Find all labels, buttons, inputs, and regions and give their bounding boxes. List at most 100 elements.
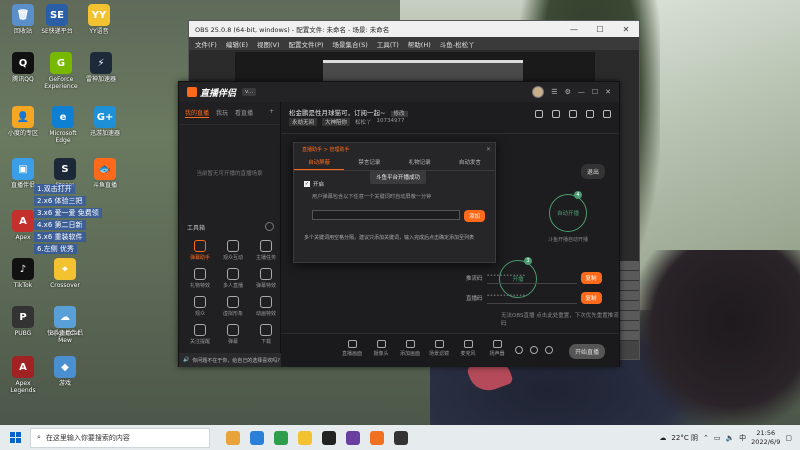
copy-push-code-button[interactable]: 复制: [580, 272, 602, 284]
obs-menu-item[interactable]: 视图(V): [257, 39, 280, 49]
bottom-tool[interactable]: 摄像头: [368, 340, 394, 357]
ime-indicator[interactable]: 中: [739, 433, 746, 443]
obs-title-bar[interactable]: OBS 25.0.8 (64-bit, windows) - 配置文件: 未命名…: [189, 21, 639, 37]
obs-menu-item[interactable]: 配置文件(P): [289, 39, 324, 49]
add-tab-icon[interactable]: +: [269, 108, 274, 118]
notice-bar[interactable]: 🔊 你问题不在于你，给自己的选择喜欢吗?: [179, 353, 281, 367]
desktop-icon[interactable]: ⚡ 雷神加速器: [80, 52, 122, 83]
dialog-tab[interactable]: 自动发言: [445, 156, 495, 170]
desktop-icon[interactable]: ♪ TikTok: [2, 258, 44, 289]
obs-menu-item[interactable]: 工具(T): [377, 39, 399, 49]
live-code-field[interactable]: ••••••••••••: [486, 293, 577, 304]
obs-menu-item[interactable]: 文件(F): [195, 39, 217, 49]
taskbar-app-icon[interactable]: [322, 430, 336, 445]
sidebar-tab[interactable]: 我玩: [216, 108, 228, 118]
avatar[interactable]: [532, 86, 545, 98]
taskbar-app-icon[interactable]: [298, 430, 312, 445]
tool-item[interactable]: 观众互动: [218, 240, 248, 261]
taskbar-app-icon[interactable]: [226, 430, 240, 445]
tool-item[interactable]: 虚拟形象: [218, 296, 248, 317]
auto-start-circle[interactable]: 4 自动开播: [549, 191, 587, 232]
dialog-tab[interactable]: 礼物记录: [395, 156, 445, 170]
tool-item[interactable]: 动画特效: [251, 296, 281, 317]
tool-item[interactable]: 礼物特效: [185, 268, 215, 289]
close-icon[interactable]: ✕: [613, 25, 639, 34]
minimize-icon[interactable]: —: [578, 88, 585, 96]
weather-icon[interactable]: ☁: [659, 434, 666, 442]
desktop-icon[interactable]: 🐟 斗鱼直播: [84, 158, 126, 189]
taskbar-search[interactable]: ⌕ 在这里输入你要搜索的内容: [30, 427, 210, 448]
minimize-icon[interactable]: —: [561, 25, 587, 34]
gift-icon[interactable]: [535, 110, 543, 118]
edit-title-button[interactable]: 修改: [390, 111, 408, 117]
desktop-icon[interactable]: SE SE快递平台: [36, 4, 78, 35]
desktop-icon[interactable]: ☁ Bright Cat Mew: [44, 306, 86, 344]
gear-icon[interactable]: [545, 346, 553, 354]
share-icon[interactable]: [603, 110, 611, 118]
obs-menu-item[interactable]: 编辑(E): [226, 39, 248, 49]
obs-menu-item[interactable]: 场景集合(S): [333, 39, 368, 49]
desktop-icon[interactable]: ◆ 游戏: [44, 356, 86, 387]
bottom-tool[interactable]: 场景滤镜: [426, 340, 452, 357]
taskbar-app-icon[interactable]: [394, 430, 408, 445]
settings-icon[interactable]: ⚙: [565, 88, 571, 96]
desktop-icon[interactable]: e Microsoft Edge: [42, 106, 84, 144]
reset-hint[interactable]: 无法OBS直播 点击此处重置，下次优先重置推流码: [501, 311, 619, 327]
menu-icon[interactable]: ☰: [551, 88, 557, 96]
bottom-tool[interactable]: 麦克风: [455, 340, 481, 357]
tool-item[interactable]: 观众: [185, 296, 215, 317]
eye-icon[interactable]: [530, 346, 538, 354]
camera-icon[interactable]: [515, 346, 523, 354]
add-keyword-button[interactable]: 添加: [464, 210, 486, 222]
desktop-icon[interactable]: 👤 小度的专区: [2, 106, 44, 137]
desktop-icon[interactable]: P PUBG: [2, 306, 44, 337]
desktop-icon[interactable]: YY YY语音: [78, 4, 120, 35]
push-code-field[interactable]: ••••••••••••: [486, 273, 577, 284]
tools-collapse-icon[interactable]: [265, 222, 274, 231]
copy-live-code-button[interactable]: 复制: [580, 292, 602, 304]
network-icon[interactable]: ▭: [714, 434, 721, 442]
tool-item[interactable]: 主播任务: [251, 240, 281, 261]
weather-text[interactable]: 22°C 阴: [671, 433, 698, 443]
bottom-tool[interactable]: 直播画面: [339, 340, 365, 357]
tool-item[interactable]: 下载: [251, 324, 281, 345]
clock[interactable]: 21:56 2022/6/9: [751, 429, 780, 447]
bell-icon[interactable]: [586, 110, 594, 118]
taskbar-app-icon[interactable]: [274, 430, 288, 445]
notification-icon[interactable]: ▢: [785, 434, 792, 442]
chevron-up-icon[interactable]: ⌃: [703, 434, 709, 442]
obs-menu-item[interactable]: 斗鱼-松松丫: [440, 39, 475, 49]
tool-item[interactable]: 弹幕: [218, 324, 248, 345]
maximize-icon[interactable]: ☐: [592, 88, 598, 96]
desktop-icon[interactable]: ⌖ Crossover: [44, 258, 86, 289]
taskbar-app-icon[interactable]: [370, 430, 384, 445]
desktop-icon[interactable]: G+ 迅游加速器: [84, 106, 126, 137]
bottom-tool[interactable]: 添加画面: [397, 340, 423, 357]
sidebar-tab[interactable]: 我的直播: [185, 108, 210, 118]
dialog-tab[interactable]: 禁言记录: [344, 156, 394, 170]
start-live-button[interactable]: 开始直播: [568, 344, 605, 359]
keyword-input[interactable]: [312, 210, 460, 220]
enable-checkbox[interactable]: ✓ 开启: [304, 180, 324, 188]
desktop-icon[interactable]: G GeForce Experience: [40, 52, 82, 90]
volume-icon[interactable]: 🔈: [725, 434, 734, 442]
close-icon[interactable]: ✕: [486, 146, 491, 153]
sidebar-tab[interactable]: 看直播: [235, 108, 253, 118]
desktop-icon[interactable]: A Apex Legends: [2, 356, 44, 394]
tool-item[interactable]: 关注提醒: [185, 324, 215, 345]
chat-icon[interactable]: [569, 110, 577, 118]
dialog-tab[interactable]: 自动屏蔽: [294, 156, 345, 170]
obs-menu-item[interactable]: 帮助(H): [408, 39, 431, 49]
maximize-icon[interactable]: ☐: [587, 25, 613, 34]
tool-item[interactable]: 弹幕特效: [251, 268, 281, 289]
tool-item[interactable]: 弹幕助手: [185, 240, 215, 261]
taskbar-app-icon[interactable]: [250, 430, 264, 445]
windows-start-icon[interactable]: [0, 425, 30, 450]
exit-button[interactable]: 退出: [580, 164, 605, 179]
taskbar-app-icon[interactable]: [346, 430, 360, 445]
desktop-icon[interactable]: Q 腾讯QQ: [2, 52, 44, 83]
tool-item[interactable]: 多人直播: [218, 268, 248, 289]
bottom-tool[interactable]: 扬声器: [484, 340, 510, 357]
shop-icon[interactable]: [552, 110, 560, 118]
close-icon[interactable]: ✕: [605, 88, 611, 96]
